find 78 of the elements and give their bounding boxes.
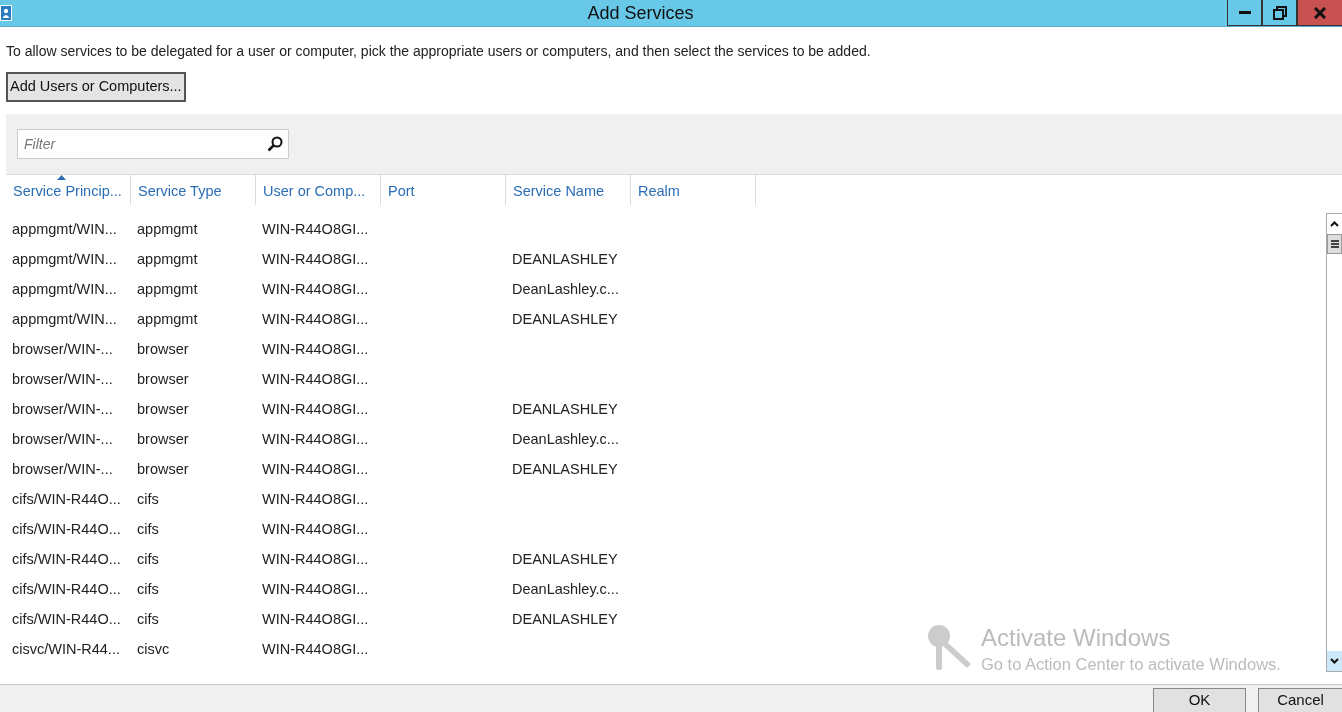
table-cell: WIN-R44O8GI... (262, 280, 369, 297)
window-title: Add Services (586, 2, 695, 25)
table-cell: DeanLashley.c... (512, 280, 619, 297)
table-cell: appmgmt (137, 280, 198, 297)
table-cell: appmgmt/WIN... (12, 220, 117, 237)
table-cell: WIN-R44O8GI... (262, 220, 369, 237)
table-cell: cifs/WIN-R44O... (12, 520, 121, 537)
table-cell: appmgmt (137, 250, 198, 267)
table-cell: DEANLASHLEY (512, 460, 618, 477)
table-cell: WIN-R44O8GI... (262, 580, 369, 597)
table-cell: DeanLashley.c... (512, 580, 619, 597)
minimize-icon (1238, 11, 1251, 14)
column-header[interactable]: Service Type (131, 174, 256, 205)
minimize-button[interactable] (1227, 0, 1262, 26)
filter-field[interactable]: Filter (17, 128, 289, 159)
table-cell: WIN-R44O8GI... (262, 460, 369, 477)
column-header[interactable]: Realm (631, 174, 756, 205)
table-cell: browser/WIN-... (12, 460, 113, 477)
activation-message: Go to Action Center to activate Windows. (981, 654, 1281, 675)
table-cell: browser/WIN-... (12, 340, 113, 357)
table-cell: cifs (137, 550, 159, 567)
table-cell: DEANLASHLEY (512, 610, 618, 627)
table-cell: appmgmt/WIN... (12, 280, 117, 297)
table-cell: browser (137, 400, 189, 417)
table-cell: WIN-R44O8GI... (262, 400, 369, 417)
table-cell: WIN-R44O8GI... (262, 550, 369, 567)
table-cell: cifs/WIN-R44O... (12, 610, 121, 627)
table-cell: appmgmt (137, 220, 198, 237)
table-cell: WIN-R44O8GI... (262, 430, 369, 447)
table-cell: cifs/WIN-R44O... (12, 490, 121, 507)
table-cell: browser/WIN-... (12, 430, 113, 447)
add-users-button[interactable]: Add Users or Computers... (6, 72, 186, 102)
column-header[interactable]: Service Princip... (6, 174, 131, 205)
table-cell: WIN-R44O8GI... (262, 610, 369, 627)
restore-button[interactable] (1262, 0, 1297, 26)
table-cell: cifs (137, 520, 159, 537)
table-cell: DEANLASHLEY (512, 400, 618, 417)
table-cell: WIN-R44O8GI... (262, 520, 369, 537)
table-cell: DEANLASHLEY (512, 310, 618, 327)
restore-icon (1272, 5, 1287, 20)
search-icon (267, 135, 283, 152)
cancel-button[interactable]: Cancel (1258, 688, 1342, 712)
table-cell: cisvc/WIN-R44... (12, 640, 120, 657)
table-cell: WIN-R44O8GI... (262, 640, 369, 657)
ok-button[interactable]: OK (1153, 688, 1246, 712)
table-cell: browser (137, 370, 189, 387)
table-cell: DEANLASHLEY (512, 250, 618, 267)
column-header[interactable]: Port (381, 174, 506, 205)
table-cell: WIN-R44O8GI... (262, 340, 369, 357)
table-cell: WIN-R44O8GI... (262, 310, 369, 327)
table-cell: browser (137, 460, 189, 477)
table-cell: cifs (137, 610, 159, 627)
table-cell: WIN-R44O8GI... (262, 250, 369, 267)
sort-arrow-icon (57, 174, 66, 180)
scrollbar[interactable] (1326, 212, 1342, 672)
close-icon (1314, 6, 1326, 19)
activation-title: Activate Windows (981, 624, 1172, 652)
table-cell: DeanLashley.c... (512, 430, 619, 447)
table-cell: WIN-R44O8GI... (262, 370, 369, 387)
table-cell: WIN-R44O8GI... (262, 490, 369, 507)
table-cell: appmgmt (137, 310, 198, 327)
table-cell: cifs (137, 580, 159, 597)
table-cell: cifs/WIN-R44O... (12, 550, 121, 567)
table-cell: appmgmt/WIN... (12, 310, 117, 327)
table-cell: browser/WIN-... (12, 400, 113, 417)
table-cell: browser (137, 430, 189, 447)
table-cell: cifs/WIN-R44O... (12, 580, 121, 597)
table-cell: browser/WIN-... (12, 370, 113, 387)
close-button[interactable] (1297, 0, 1342, 26)
table-cell: cisvc (137, 640, 170, 657)
column-header[interactable]: Service Name (506, 174, 631, 205)
instruction-text: To allow services to be delegated for a user or computer, pick the appropriate users or computers, and then select the services to be added. (6, 42, 872, 61)
table-cell: browser (137, 340, 189, 357)
scroll-down-icon[interactable] (1327, 651, 1342, 671)
table-cell: DEANLASHLEY (512, 550, 618, 567)
table-cell: cifs (137, 490, 159, 507)
table-cell: appmgmt/WIN... (12, 250, 117, 267)
column-header[interactable]: User or Comp... (256, 174, 381, 205)
